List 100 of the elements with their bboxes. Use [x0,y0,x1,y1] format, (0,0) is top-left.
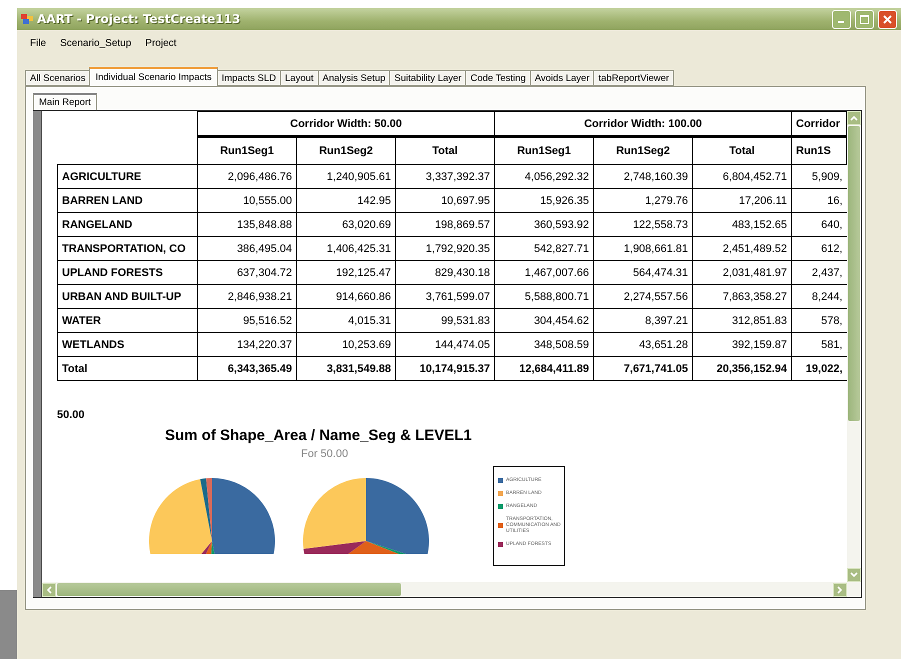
table-cell: 7,671,741.05 [594,356,692,380]
table-cell: 6,804,452.71 [692,164,792,188]
chevron-up-icon [850,115,858,121]
scroll-left-button[interactable] [42,582,56,596]
table-cell: 134,220.37 [198,332,296,356]
tab[interactable]: Analysis Setup [318,70,390,86]
table-cell: 144,474.05 [396,332,494,356]
tab[interactable]: Main Report [33,93,97,110]
column-header: Run1Seg2 [594,136,692,164]
horizontal-scrollbar[interactable] [42,582,861,597]
column-header: Total [692,136,792,164]
column-header: Run1Seg1 [198,136,296,164]
chevron-down-icon [850,572,858,578]
table-cell: 2,451,489.52 [692,236,792,260]
table-cell: 15,926.35 [494,188,594,212]
scroll-up-button[interactable] [847,111,861,125]
window-title: AART - Project: TestCreate113 [37,12,242,26]
table-cell: 2,096,486.76 [198,164,296,188]
table-cell: 1,279.76 [594,188,692,212]
maximize-icon [860,14,869,24]
table-cell: 12,684,411.89 [494,356,594,380]
tab[interactable]: All Scenarios [25,70,90,86]
row-label: AGRICULTURE [58,164,198,188]
table-cell: 95,516.52 [198,308,296,332]
table-cell: 20,356,152.94 [692,356,792,380]
table-cell: 5,588,800.71 [494,284,594,308]
close-button[interactable] [878,10,897,28]
table-cell: 99,531.83 [396,308,494,332]
table-cell: 4,056,292.32 [494,164,594,188]
table-cell: 1,240,905.61 [296,164,396,188]
row-label: Total [58,356,198,380]
table-cell: 7,863,358.27 [692,284,792,308]
desktop-panel [0,590,17,659]
app-icon [21,14,33,24]
column-header: Run1Seg1 [494,136,594,164]
scroll-right-button[interactable] [833,582,847,596]
table-cell: 43,651.28 [594,332,692,356]
table-cell: 2,748,160.39 [594,164,692,188]
vertical-scrollbar[interactable] [847,111,861,582]
row-label: TRANSPORTATION, CO [58,236,198,260]
table-cell: 1,406,425.31 [296,236,396,260]
column-group-header: Corridor Width: 50.00 [198,112,494,136]
row-label: WETLANDS [58,332,198,356]
row-label: RANGELAND [58,212,198,236]
table-cell: 1,467,007.66 [494,260,594,284]
chevron-right-icon [837,586,843,594]
table-cell: 10,697.95 [396,188,494,212]
tab[interactable]: Individual Scenario Impacts [89,67,218,86]
section-heading: 50.00 [57,409,86,421]
table-cell: 829,430.18 [396,260,494,284]
table-cell: 6,343,365.49 [198,356,296,380]
tab[interactable]: Layout [280,70,319,86]
table-cell: 3,337,392.37 [396,164,494,188]
table-cell: 4,015.31 [296,308,396,332]
table-cell: 483,152.65 [692,212,792,236]
chart-title: Sum of Shape_Area / Name_Seg & LEVEL1 [165,427,472,444]
table-cell: 63,020.69 [296,212,396,236]
table-cell: 392,159.87 [692,332,792,356]
table-cell: 1,908,661.81 [594,236,692,260]
row-label: URBAN AND BUILT-UP [58,284,198,308]
scroll-down-button[interactable] [847,568,861,582]
table-cell: 17,206.11 [692,188,792,212]
table-cell: 142.95 [296,188,396,212]
table-cell: 386,495.04 [198,236,296,260]
table-cell: 3,831,549.88 [296,356,396,380]
menu-item[interactable]: Scenario_Setup [53,38,138,48]
table-cell: 304,454.62 [494,308,594,332]
tab[interactable]: Avoids Layer [530,70,594,86]
table-cell: 360,593.92 [494,212,594,236]
table-cell: 312,851.83 [692,308,792,332]
tab[interactable]: Code Testing [465,70,531,86]
row-label: BARREN LAND [58,188,198,212]
table-cell: 135,848.88 [198,212,296,236]
table-cell: 2,846,938.21 [198,284,296,308]
row-label: WATER [58,308,198,332]
menu-item[interactable]: File [23,38,54,48]
table-cell: 10,555.00 [198,188,296,212]
table-cell: 10,174,915.37 [396,356,494,380]
column-group-header: Corridor Width: 100.00 [494,112,792,136]
table-cell: 2,031,481.97 [692,260,792,284]
close-icon [883,14,892,24]
table-cell: 192,125.47 [296,260,396,284]
menu-item[interactable]: Project [138,38,184,48]
column-header: Run1Seg2 [296,136,396,164]
table-cell: 1,792,920.35 [396,236,494,260]
tab[interactable]: Suitability Layer [389,70,466,86]
tab[interactable]: Impacts SLD [216,70,282,86]
table-cell: 914,660.86 [296,284,396,308]
minimize-button[interactable] [832,10,851,28]
column-header: Total [396,136,494,164]
table-cell: 637,304.72 [198,260,296,284]
table-cell: 348,508.59 [494,332,594,356]
table-cell: 564,474.31 [594,260,692,284]
table-cell: 8,397.21 [594,308,692,332]
maximize-button[interactable] [855,10,874,28]
table-cell: 10,253.69 [296,332,396,356]
chevron-left-icon [46,586,52,594]
table-cell: 198,869.57 [396,212,494,236]
row-label: UPLAND FORESTS [58,260,198,284]
tab[interactable]: tabReportViewer [593,70,674,86]
